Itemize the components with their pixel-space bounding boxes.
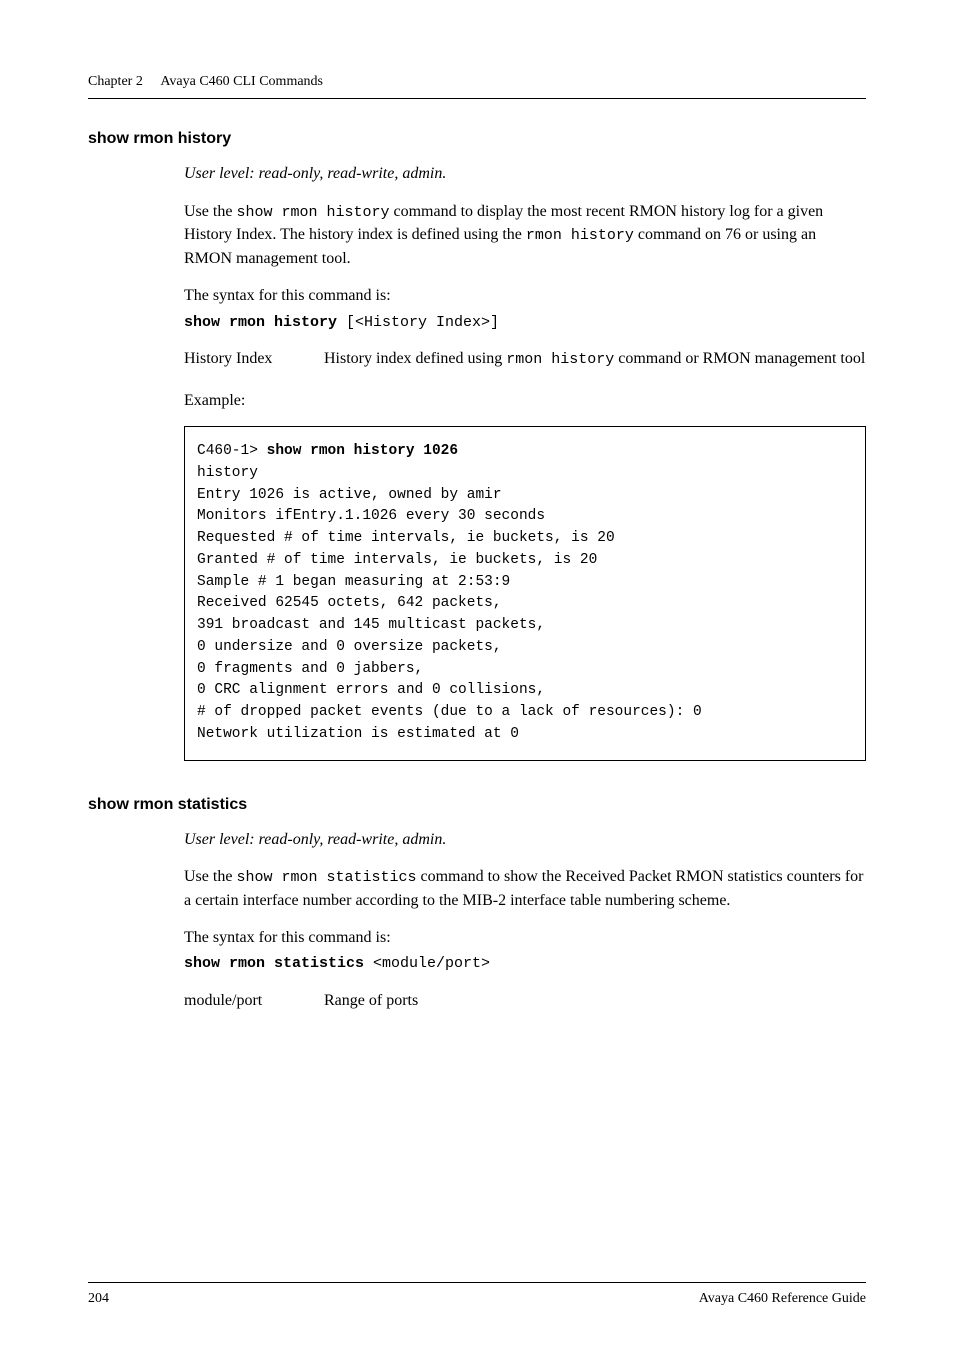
- param-name: History Index: [184, 347, 324, 371]
- description-statistics: Use the show rmon statistics command to …: [184, 865, 866, 912]
- chapter-title: Avaya C460 CLI Commands: [160, 74, 323, 89]
- footer: 204 Avaya C460 Reference Guide: [88, 1282, 866, 1309]
- running-header: Chapter 2 Avaya C460 CLI Commands: [88, 72, 866, 92]
- text: Use the: [184, 203, 236, 220]
- syntax-intro-statistics: The syntax for this command is:: [184, 926, 866, 949]
- syntax-bold: show rmon statistics: [184, 955, 364, 972]
- text: History index defined using: [324, 350, 506, 367]
- inline-code: show rmon statistics: [236, 869, 416, 886]
- section-title-history: show rmon history: [88, 127, 866, 150]
- syntax-line-statistics: show rmon statistics <module/port>: [184, 953, 866, 975]
- page-number: 204: [88, 1289, 109, 1309]
- footer-rule: [88, 1282, 866, 1283]
- text: Use the: [184, 868, 236, 885]
- code-prompt: C460-1>: [197, 443, 267, 459]
- inline-code: show rmon history: [236, 204, 389, 221]
- section-title-statistics: show rmon statistics: [88, 793, 866, 816]
- doc-title: Avaya C460 Reference Guide: [699, 1289, 866, 1309]
- example-label: Example:: [184, 389, 866, 412]
- syntax-rest: <module/port>: [364, 955, 490, 972]
- param-desc: Range of ports: [324, 989, 866, 1012]
- syntax-line-history: show rmon history [<History Index>]: [184, 312, 866, 334]
- syntax-intro-history: The syntax for this command is:: [184, 284, 866, 307]
- inline-code: rmon history: [506, 351, 614, 368]
- code-command: show rmon history 1026: [267, 443, 458, 459]
- syntax-bold: show rmon history: [184, 314, 337, 331]
- header-rule: [88, 98, 866, 99]
- user-level-history: User level: read-only, read-write, admin…: [184, 162, 866, 185]
- inline-code: rmon history: [526, 227, 634, 244]
- syntax-rest: [<History Index>]: [337, 314, 499, 331]
- param-row-history: History Index History index defined usin…: [184, 347, 866, 371]
- param-desc: History index defined using rmon history…: [324, 347, 866, 371]
- text: command or RMON management tool: [614, 350, 865, 367]
- description-history: Use the show rmon history command to dis…: [184, 200, 866, 271]
- param-name: module/port: [184, 989, 324, 1012]
- code-output: history Entry 1026 is active, owned by a…: [197, 465, 702, 742]
- user-level-statistics: User level: read-only, read-write, admin…: [184, 828, 866, 851]
- chapter-label: Chapter 2: [88, 74, 143, 89]
- param-row-statistics: module/port Range of ports: [184, 989, 866, 1012]
- code-block-history: C460-1> show rmon history 1026 history E…: [184, 426, 866, 761]
